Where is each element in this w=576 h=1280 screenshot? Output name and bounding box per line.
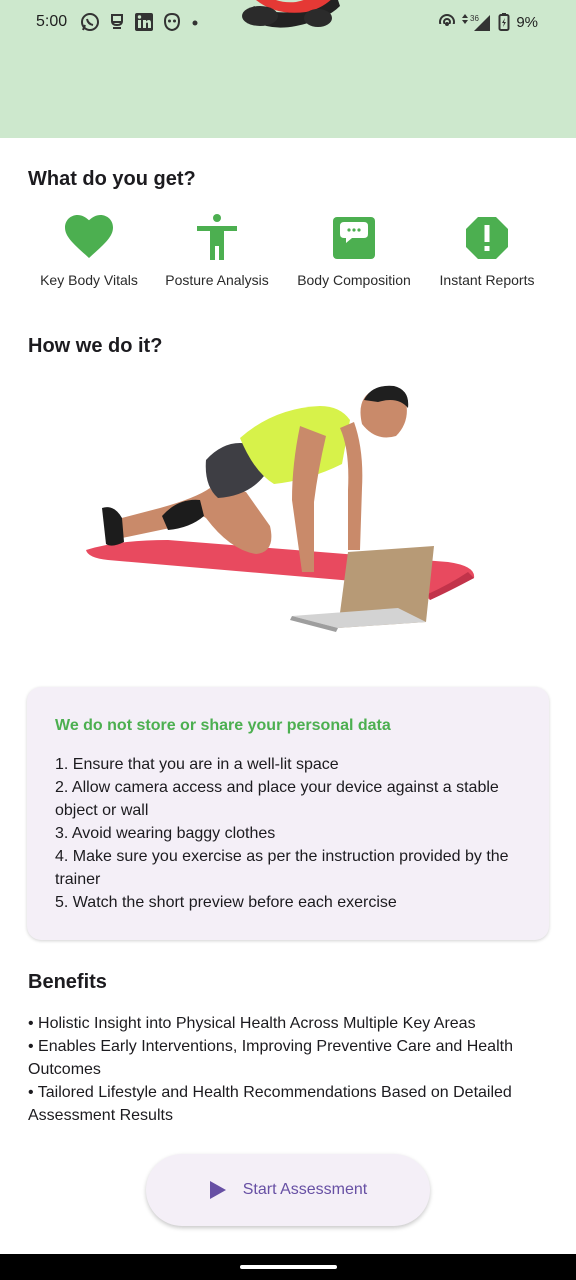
instructions-list: 1. Ensure that you are in a well-lit spa… (55, 753, 525, 914)
instruction-item: 1. Ensure that you are in a well-lit spa… (55, 756, 339, 773)
status-bar: 5:00 36 9% (0, 0, 576, 44)
how-we-do-it-title: How we do it? (28, 335, 163, 357)
whatsapp-icon (81, 13, 99, 31)
what-you-get-title: What do you get? (28, 168, 196, 190)
benefits-title: Benefits (28, 971, 107, 993)
hero-banner: 5:00 36 9% (0, 0, 576, 138)
instruction-item: 3. Avoid wearing baggy clothes (55, 825, 276, 842)
system-nav-bar (0, 1254, 576, 1280)
hotspot-icon (438, 14, 457, 31)
start-assessment-label: Start Assessment (242, 1181, 368, 1198)
status-time: 5:00 (36, 13, 68, 30)
benefit-item: • Holistic Insight into Physical Health … (28, 1015, 476, 1032)
linkedin-icon (135, 13, 153, 31)
feature-label: Posture Analysis (165, 272, 269, 288)
play-icon (209, 1181, 226, 1199)
message-box-icon (333, 217, 375, 259)
person-posture-icon (197, 214, 237, 260)
feature-label: Instant Reports (439, 272, 535, 288)
network-label: 36 (470, 14, 479, 23)
start-assessment-button[interactable]: Start Assessment (146, 1154, 430, 1226)
benefits-list: • Holistic Insight into Physical Health … (28, 1012, 553, 1127)
chat-bubble-icon (111, 14, 123, 29)
instruction-item: 5. Watch the short preview before each e… (55, 894, 397, 911)
dot-icon (192, 20, 198, 26)
benefit-item: • Tailored Lifestyle and Health Recommen… (28, 1084, 512, 1124)
features-row: Key Body Vitals Posture Analysis Body Co… (0, 210, 576, 300)
privacy-info-card: We do not store or share your personal d… (27, 687, 549, 940)
home-gesture-handle[interactable] (240, 1265, 337, 1269)
emoji-icon (163, 12, 181, 32)
instruction-item: 4. Make sure you exercise as per the ins… (55, 848, 509, 888)
privacy-notice-title: We do not store or share your personal d… (55, 717, 391, 734)
exercise-illustration (86, 385, 475, 632)
signal-icon: 36 (462, 14, 491, 31)
heart-icon (65, 215, 113, 258)
battery-percentage: 9% (516, 13, 538, 31)
battery-icon (498, 13, 510, 31)
benefit-item: • Enables Early Interventions, Improving… (28, 1038, 513, 1078)
alert-octagon-icon (466, 217, 508, 259)
instruction-item: 2. Allow camera access and place your de… (55, 779, 499, 819)
